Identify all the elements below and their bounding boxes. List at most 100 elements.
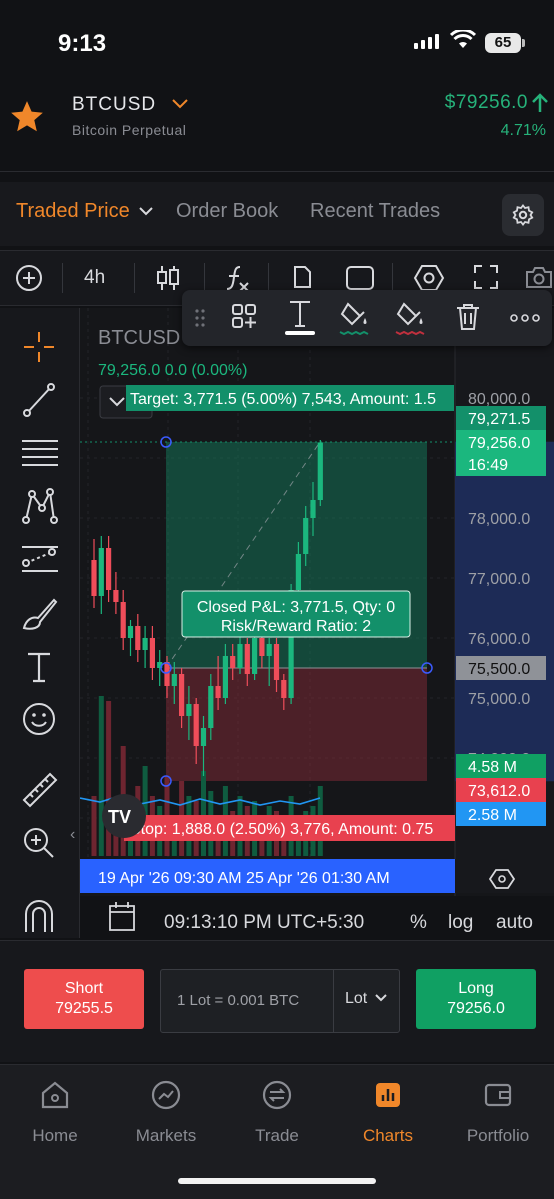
tab-order-book[interactable]: Order Book — [176, 200, 278, 223]
candle — [91, 560, 97, 596]
text-style-icon[interactable] — [284, 298, 316, 336]
tab-recent-trades[interactable]: Recent Trades — [310, 200, 440, 223]
status-bar: 9:13 65 — [0, 0, 554, 80]
auto-scale-toggle: auto — [496, 912, 533, 933]
clock-label: 09:13:10 PM UTC+5:30 — [164, 912, 364, 933]
price-chart[interactable]: BTCUSD79,256.0 0.0 (0.00%)4Target: 3,771… — [80, 308, 554, 938]
lot-size-field[interactable]: 1 Lot = 0.001 BTC Lot — [160, 969, 400, 1033]
order-actions: Short 79255.5 1 Lot = 0.001 BTC Lot Long… — [0, 940, 554, 1062]
candle — [222, 656, 228, 698]
battery-indicator: 65 — [485, 33, 525, 53]
chevron-down-icon[interactable] — [138, 204, 154, 218]
candle — [259, 638, 265, 656]
lot-unit-select[interactable]: Lot — [345, 990, 388, 1008]
nav-home[interactable]: Home — [5, 1079, 105, 1146]
fib-levels-icon[interactable] — [20, 434, 60, 472]
charts-icon — [376, 1083, 400, 1107]
chevron-down-icon[interactable] — [170, 96, 190, 112]
stop-price-tag: 73,612.0 — [468, 783, 530, 800]
long-button[interactable]: Long 79256.0 — [416, 969, 536, 1029]
candle — [281, 680, 287, 698]
delete-trash-icon[interactable] — [454, 302, 482, 332]
magnet-icon[interactable] — [20, 898, 58, 932]
candle — [120, 602, 126, 638]
symbol-ticker[interactable]: BTCUSD — [72, 94, 156, 116]
time-range-label: 19 Apr '26 09:30 AM 25 Apr '26 01:30 AM — [98, 870, 390, 887]
crosshair-icon[interactable] — [20, 328, 58, 366]
candle — [179, 674, 185, 716]
percent-scale-toggle: % — [410, 912, 427, 933]
emoji-icon[interactable] — [20, 700, 58, 738]
long-price: 79256.0 — [447, 1000, 505, 1017]
candle — [193, 704, 199, 746]
markets-icon — [151, 1080, 181, 1110]
short-label: Short — [64, 980, 104, 997]
tradingview-logo-text: TV — [108, 807, 131, 827]
candle — [164, 662, 170, 686]
object-tree-icon[interactable] — [412, 263, 446, 293]
settings-button[interactable] — [502, 194, 544, 236]
short-button[interactable]: Short 79255.5 — [24, 969, 144, 1029]
candle — [266, 644, 272, 656]
target-label: Target: 3,771.5 (5.00%) 7,543, Amount: 1… — [130, 391, 436, 408]
candle — [127, 626, 134, 638]
candle — [171, 674, 177, 686]
trend-line-icon[interactable] — [20, 380, 58, 418]
add-symbol-icon[interactable] — [14, 263, 44, 293]
volume-tag-2: 2.58 M — [468, 807, 517, 824]
candle — [237, 644, 243, 668]
layout-template-icon[interactable] — [290, 263, 314, 291]
candlestick-type-icon[interactable] — [154, 263, 182, 293]
gear-icon — [512, 204, 534, 226]
camera-icon[interactable] — [524, 263, 554, 291]
candle — [186, 704, 192, 716]
volume-tag-1: 4.58 M — [468, 759, 517, 776]
expand-icon[interactable] — [472, 263, 500, 291]
candle — [98, 548, 104, 596]
nav-trade[interactable]: Trade — [227, 1079, 327, 1146]
collapse-sidebar-icon[interactable]: ‹ — [70, 826, 75, 844]
fullscreen-frame-icon[interactable] — [344, 263, 376, 293]
drag-handle-icon[interactable] — [194, 308, 206, 328]
axis-range-highlight — [455, 441, 554, 782]
price-axis-label: 76,000.0 — [468, 631, 530, 648]
symbol-header: BTCUSD Bitcoin Perpetual $79256.0 4.71% — [0, 80, 554, 172]
pattern-icon[interactable] — [20, 486, 60, 526]
home-indicator — [178, 1178, 376, 1184]
add-to-favorites-grid-icon[interactable] — [230, 302, 258, 330]
nav-charts[interactable]: Charts — [338, 1079, 438, 1146]
log-scale-toggle: log — [448, 912, 473, 933]
candle — [230, 656, 236, 668]
more-options-icon[interactable] — [510, 314, 540, 322]
tab-traded-price[interactable]: Traded Price — [16, 200, 130, 223]
drawing-tools-sidebar — [0, 308, 80, 938]
short-price: 79255.5 — [55, 1000, 113, 1017]
candle — [252, 638, 258, 674]
interval-selector[interactable]: 4h — [84, 267, 105, 289]
candle — [135, 626, 141, 650]
brush-icon[interactable] — [20, 594, 60, 632]
favorite-star-icon[interactable] — [8, 98, 46, 136]
price-axis-label: 78,000.0 — [468, 511, 530, 528]
candle — [106, 548, 112, 590]
nav-portfolio[interactable]: Portfolio — [448, 1079, 548, 1146]
forecast-projection-icon[interactable] — [20, 540, 60, 578]
symbol-name: Bitcoin Perpetual — [72, 122, 187, 138]
candle — [303, 518, 309, 554]
candle — [208, 686, 214, 728]
zoom-in-icon[interactable] — [20, 824, 58, 862]
chart-tabs: Traded Price Order Book Recent Trades — [0, 182, 554, 246]
portfolio-icon — [484, 1083, 512, 1107]
fill-color-green-icon[interactable] — [338, 298, 372, 338]
volume-bar — [98, 696, 104, 856]
legend-values: 79,256.0 0.0 (0.00%) — [98, 362, 247, 379]
text-tool-icon[interactable] — [20, 648, 58, 686]
pnl-line2: Risk/Reward Ratio: 2 — [221, 618, 371, 635]
candle — [113, 590, 119, 602]
nav-markets[interactable]: Markets — [116, 1079, 216, 1146]
trade-icon — [262, 1080, 292, 1110]
ruler-measure-icon[interactable] — [20, 770, 60, 810]
stop-zone[interactable] — [166, 668, 427, 781]
price-axis-label: 75,000.0 — [468, 691, 530, 708]
fill-color-red-icon[interactable] — [394, 298, 428, 338]
